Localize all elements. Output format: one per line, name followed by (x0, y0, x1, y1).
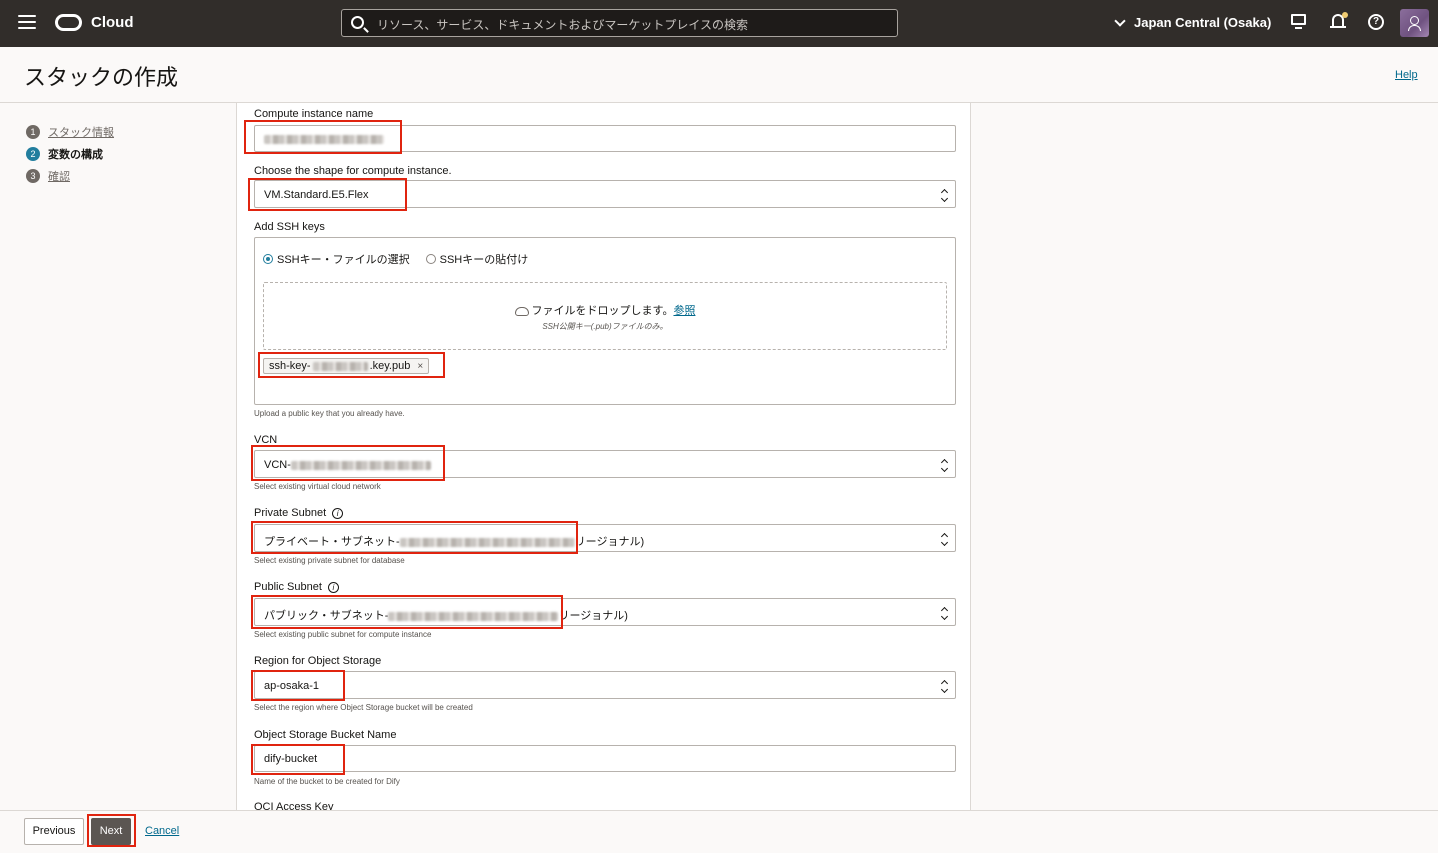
private-subnet-label-text: Private Subnet (254, 507, 327, 519)
search-input[interactable]: リソース、サービス、ドキュメントおよびマーケットプレイスの検索 (341, 9, 898, 37)
os-region-value: ap-osaka-1 (264, 680, 320, 692)
chip-prefix: ssh-key- (269, 360, 311, 372)
avatar[interactable] (1400, 9, 1429, 37)
help-link[interactable]: Help (1395, 69, 1418, 81)
vcn-help: Select existing virtual cloud network (254, 482, 381, 491)
vcn-label: VCN (254, 434, 278, 446)
shape-select[interactable]: VM.Standard.E5.Flex (254, 180, 956, 208)
next-button[interactable]: Next (91, 818, 131, 845)
region-label: Japan Central (Osaka) (1134, 15, 1272, 30)
search-placeholder: リソース、サービス、ドキュメントおよびマーケットプレイスの検索 (377, 18, 749, 32)
footer-divider (0, 810, 1438, 811)
region-selector[interactable]: Japan Central (Osaka) (1114, 14, 1272, 30)
compute-name-input[interactable] (254, 125, 956, 152)
public-subnet-help: Select existing public subnet for comput… (254, 630, 432, 639)
info-icon[interactable]: i (327, 581, 339, 593)
step-variables: 2 変数の構成 (26, 143, 114, 165)
ssh-key-file-chip: ssh-key- .key.pub × (263, 358, 430, 374)
os-region-label: Region for Object Storage (254, 655, 382, 667)
dropzone-hint: SSH公開キー(.pub)ファイルのみ。 (542, 322, 668, 331)
public-subnet-label-text: Public Subnet (254, 581, 322, 593)
browse-link[interactable]: 参照 (673, 305, 695, 317)
oci-access-key-label: OCI Access Key (254, 801, 334, 810)
help-icon[interactable]: ? (1368, 14, 1384, 30)
wizard-steps: 1 スタック情報 2 変数の構成 3 確認 (26, 121, 114, 187)
public-subnet-value: パブリック・サブネット- (264, 610, 389, 622)
shape-value: VM.Standard.E5.Flex (264, 189, 369, 201)
cancel-link[interactable]: Cancel (145, 825, 179, 837)
public-subnet-select[interactable]: パブリック・サブネット- リージョナル) (254, 598, 956, 626)
radio-label: SSHキーの貼付け (439, 254, 529, 266)
private-subnet-suffix: リージョナル) (574, 536, 645, 548)
redacted-value (264, 134, 384, 144)
private-subnet-select[interactable]: プライベート・サブネット- リージョナル) (254, 524, 956, 552)
top-bar: Cloud リソース、サービス、ドキュメントおよびマーケットプレイスの検索 Ja… (0, 0, 1438, 47)
radio-label: SSHキー・ファイルの選択 (277, 254, 410, 266)
select-arrows-icon (941, 188, 949, 202)
redacted-value (290, 460, 431, 470)
bucket-name-help: Name of the bucket to be created for Dif… (254, 777, 400, 786)
radio-off-icon (425, 254, 436, 264)
private-subnet-value: プライベート・サブネット- (264, 536, 400, 548)
os-region-help: Select the region where Object Storage b… (254, 703, 473, 712)
redacted-value (388, 611, 559, 621)
private-subnet-label: Private Subnet i (254, 507, 344, 519)
info-icon[interactable]: i (332, 507, 344, 519)
menu-icon[interactable] (18, 15, 36, 31)
upload-cloud-icon (514, 306, 529, 316)
search-icon (351, 16, 364, 29)
radio-ssh-paste[interactable]: SSHキーの貼付け (425, 251, 529, 267)
cloud-shell-icon[interactable] (1291, 14, 1309, 32)
step-label[interactable]: 確認 (48, 168, 70, 184)
page-title: スタックの作成 (24, 65, 179, 90)
ssh-radio-group: SSHキー・ファイルの選択 SSHキーの貼付け (263, 251, 528, 267)
step-number: 1 (26, 125, 40, 139)
form-panel: Compute instance name Choose the shape f… (236, 103, 971, 810)
os-region-select[interactable]: ap-osaka-1 (254, 671, 956, 699)
public-subnet-suffix: リージョナル) (558, 610, 628, 622)
file-dropzone[interactable]: ファイルをドロップします。参照 SSH公開キー(.pub)ファイルのみ。 (263, 282, 947, 350)
close-icon[interactable]: × (417, 361, 423, 372)
ssh-help: Upload a public key that you already hav… (254, 409, 405, 418)
private-subnet-help: Select existing private subnet for datab… (254, 556, 405, 565)
bucket-name-label: Object Storage Bucket Name (254, 729, 397, 741)
dropzone-text: ファイルをドロップします。 (531, 305, 674, 317)
vcn-select[interactable]: VCN- (254, 450, 956, 478)
select-arrows-icon (941, 679, 949, 693)
radio-on-icon (263, 254, 273, 264)
step-number: 3 (26, 169, 40, 183)
redacted-value (312, 361, 368, 371)
bucket-name-value: dify-bucket (264, 753, 318, 765)
step-label: 変数の構成 (48, 149, 103, 161)
brand-name[interactable]: Cloud (91, 14, 134, 31)
select-arrows-icon (941, 532, 949, 546)
vcn-value: VCN- (264, 459, 291, 471)
chip-suffix: .key.pub (369, 360, 411, 372)
oracle-logo-icon[interactable] (55, 14, 82, 31)
select-arrows-icon (941, 606, 949, 620)
step-label[interactable]: スタック情報 (48, 124, 114, 140)
step-stack-info[interactable]: 1 スタック情報 (26, 121, 114, 143)
bucket-name-input[interactable]: dify-bucket (254, 745, 956, 772)
select-arrows-icon (941, 458, 949, 472)
ssh-label: Add SSH keys (254, 221, 325, 233)
previous-button[interactable]: Previous (24, 818, 84, 845)
bell-icon[interactable] (1330, 12, 1348, 32)
radio-ssh-file[interactable]: SSHキー・ファイルの選択 (263, 251, 410, 267)
redacted-value (399, 537, 575, 547)
ssh-keys-box: SSHキー・ファイルの選択 SSHキーの貼付け ファイルをドロップします。参照 … (254, 237, 956, 405)
chevron-down-icon (1114, 14, 1126, 27)
step-review[interactable]: 3 確認 (26, 165, 114, 187)
compute-name-label: Compute instance name (254, 108, 374, 120)
step-number: 2 (26, 147, 40, 161)
shape-label: Choose the shape for compute instance. (254, 165, 452, 177)
public-subnet-label: Public Subnet i (254, 581, 339, 593)
